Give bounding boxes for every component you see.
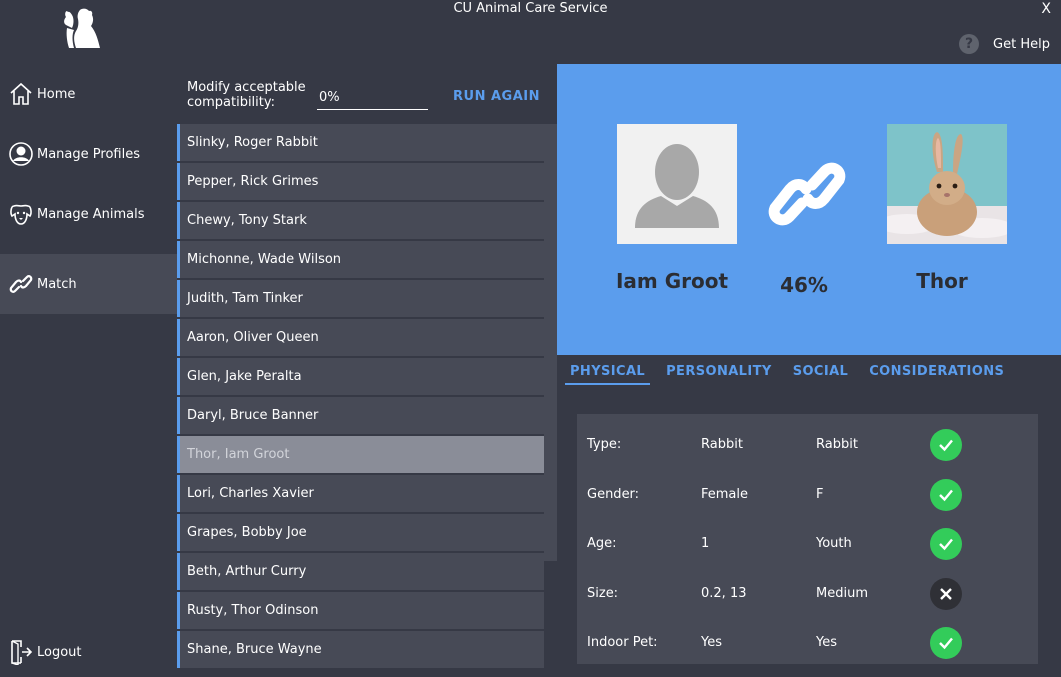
- list-item[interactable]: Pepper, Rick Grimes: [177, 163, 544, 200]
- cross-icon: [930, 578, 962, 610]
- list-item[interactable]: Beth, Arthur Curry: [177, 553, 544, 590]
- sidebar-item-match[interactable]: Match: [0, 254, 177, 314]
- attribute-row: Age: 1 Youth: [577, 524, 1038, 564]
- list-item[interactable]: Michonne, Wade Wilson: [177, 241, 544, 278]
- check-icon: [930, 627, 962, 659]
- person-value: 0.2, 13: [701, 586, 747, 601]
- pets-logo-icon: [64, 8, 100, 48]
- home-icon: [9, 80, 33, 108]
- attribute-label: Age:: [587, 536, 617, 551]
- check-icon: [930, 479, 962, 511]
- list-item[interactable]: Chewy, Tony Stark: [177, 202, 544, 239]
- animal-value: Rabbit: [816, 437, 858, 452]
- person-icon: [9, 140, 33, 168]
- physical-panel: Type: Rabbit Rabbit Gender: Female F Age…: [577, 414, 1038, 664]
- list-item[interactable]: Grapes, Bobby Joe: [177, 514, 544, 551]
- compatibility-label: Modify acceptable compatibility:: [187, 80, 306, 110]
- list-item[interactable]: Aaron, Oliver Queen: [177, 319, 544, 356]
- attribute-row: Indoor Pet: Yes Yes: [577, 623, 1038, 663]
- animal-value: F: [816, 487, 824, 502]
- tab-considerations[interactable]: CONSIDERATIONS: [864, 364, 1009, 385]
- animal-photo: [887, 124, 1007, 244]
- window-title: CU Animal Care Service: [453, 1, 608, 16]
- match-list: Slinky, Roger Rabbit Pepper, Rick Grimes…: [177, 124, 557, 677]
- attribute-label: Type:: [587, 437, 622, 452]
- user-silhouette-icon: [635, 144, 719, 228]
- sidebar-item-label: Manage Animals: [37, 206, 145, 222]
- sidebar-item-label: Manage Profiles: [37, 146, 140, 162]
- tab-social[interactable]: SOCIAL: [788, 364, 854, 385]
- list-item[interactable]: Daryl, Bruce Banner: [177, 397, 544, 434]
- person-value: 1: [701, 536, 710, 551]
- detail-tabs: PHYSICAL PERSONALITY SOCIAL CONSIDERATIO…: [565, 364, 1009, 385]
- list-item[interactable]: Shane, Bruce Wayne: [177, 631, 544, 668]
- list-item[interactable]: Lori, Charles Xavier: [177, 475, 544, 512]
- attribute-label: Size:: [587, 586, 619, 601]
- attribute-label: Indoor Pet:: [587, 635, 658, 650]
- sidebar-item-label: Match: [37, 276, 77, 292]
- help-icon: ?: [959, 34, 980, 54]
- attribute-row: Gender: Female F: [577, 475, 1038, 515]
- person-name: Iam Groot: [615, 269, 729, 293]
- animal-name: Thor: [916, 269, 968, 293]
- check-icon: [930, 429, 962, 461]
- sidebar-item-manage-profiles[interactable]: Manage Profiles: [0, 124, 177, 184]
- animal-value: Youth: [816, 536, 852, 551]
- get-help-label: Get Help: [993, 36, 1050, 52]
- person-value: Female: [701, 487, 749, 502]
- tab-personality[interactable]: PERSONALITY: [661, 364, 777, 385]
- sidebar-item-label: Home: [37, 86, 76, 102]
- dog-face-icon: [9, 200, 33, 228]
- match-link-icon: [768, 162, 846, 226]
- list-item[interactable]: Judith, Tam Tinker: [177, 280, 544, 317]
- list-item[interactable]: Rusty, Thor Odinson: [177, 592, 544, 629]
- list-item[interactable]: Glen, Jake Peralta: [177, 358, 544, 395]
- attribute-label: Gender:: [587, 487, 640, 502]
- close-button[interactable]: X: [1041, 1, 1051, 17]
- person-value: Rabbit: [701, 437, 743, 452]
- logout-icon: [9, 638, 33, 666]
- link-icon: [9, 270, 33, 298]
- sidebar-item-home[interactable]: Home: [0, 64, 177, 124]
- scrollbar-thumb[interactable]: [544, 124, 557, 561]
- sidebar: Home Manage Profiles Manage Animals Matc…: [0, 64, 177, 677]
- person-value: Yes: [701, 635, 722, 650]
- animal-value: Medium: [816, 586, 868, 601]
- compatibility-input[interactable]: [317, 86, 428, 110]
- list-item[interactable]: Slinky, Roger Rabbit: [177, 124, 544, 161]
- match-percent: 46%: [780, 273, 828, 297]
- match-summary: Iam Groot 46% Thor: [557, 64, 1061, 355]
- logout-button[interactable]: Logout: [0, 627, 177, 677]
- logout-label: Logout: [37, 644, 82, 660]
- sidebar-item-manage-animals[interactable]: Manage Animals: [0, 184, 177, 244]
- check-icon: [930, 528, 962, 560]
- rabbit-image: [887, 124, 1007, 244]
- person-avatar: [617, 124, 737, 244]
- list-item-selected[interactable]: Thor, Iam Groot: [177, 436, 544, 473]
- attribute-row: Type: Rabbit Rabbit: [577, 425, 1038, 465]
- get-help-button[interactable]: ? Get Help: [959, 34, 1050, 54]
- animal-value: Yes: [816, 635, 837, 650]
- tab-physical[interactable]: PHYSICAL: [565, 364, 651, 385]
- attribute-row: Size: 0.2, 13 Medium: [577, 574, 1038, 614]
- run-again-button[interactable]: RUN AGAIN: [453, 89, 540, 104]
